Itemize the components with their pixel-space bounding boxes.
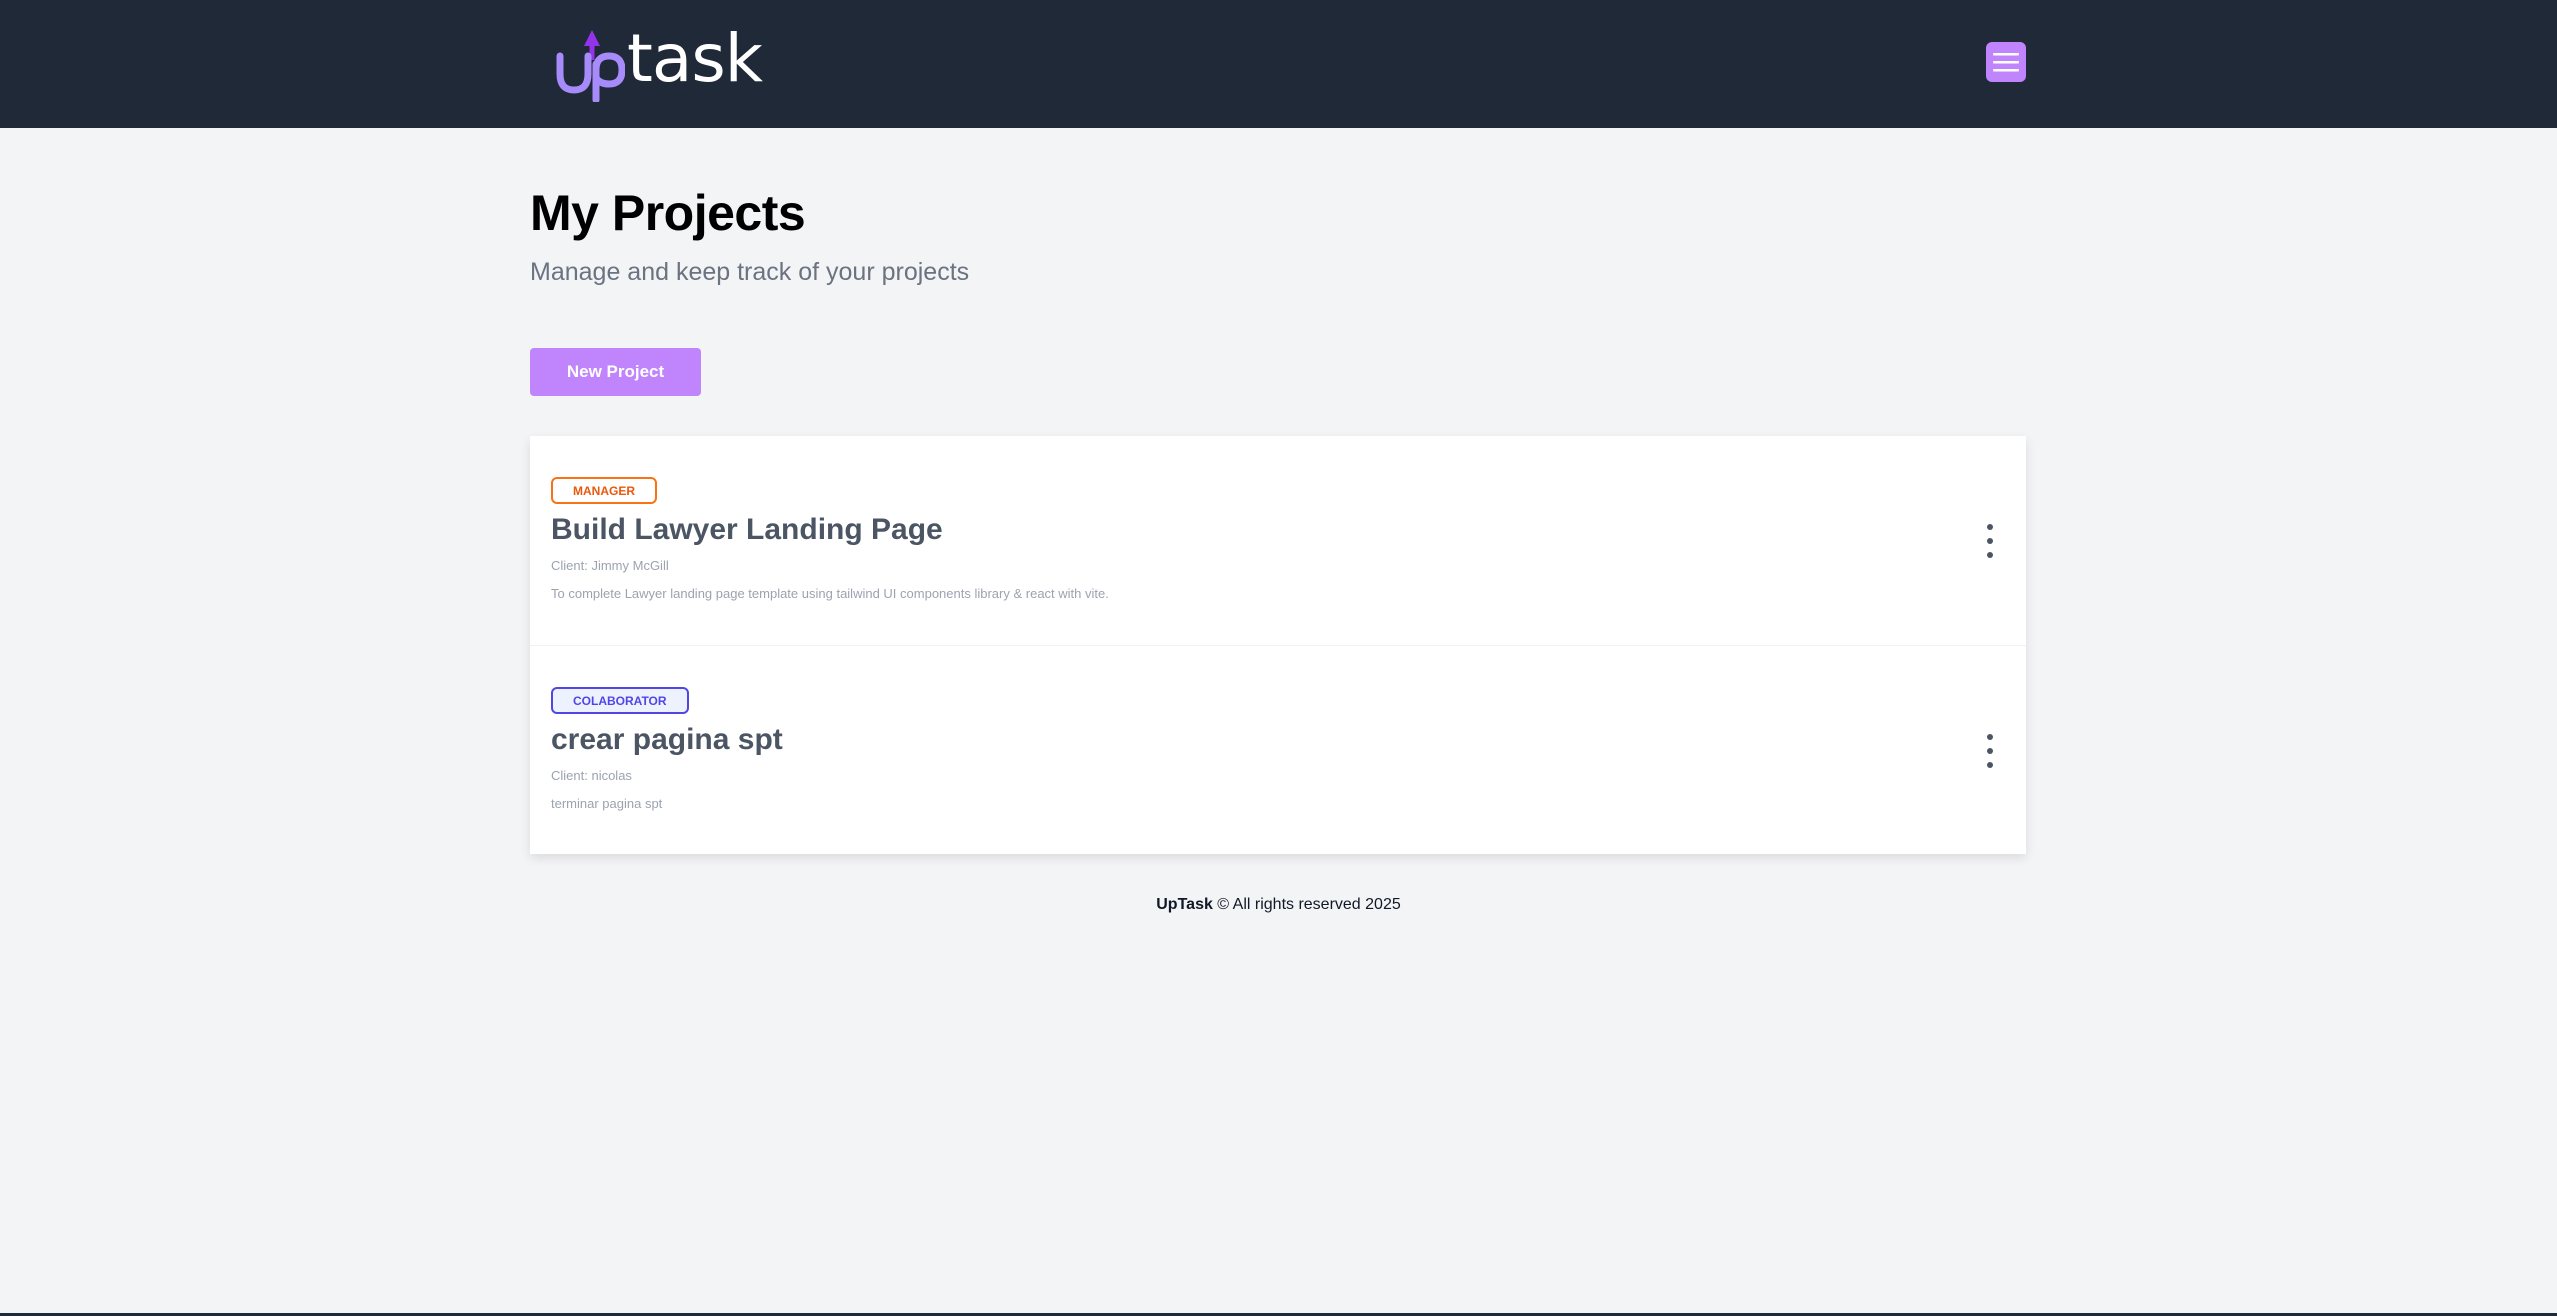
footer: UpTask © All rights reserved 2025 <box>0 896 2557 914</box>
uptask-logo[interactable]: task <box>555 20 763 102</box>
project-client: Client: Jimmy McGill <box>551 558 669 573</box>
new-project-button[interactable]: New Project <box>530 348 701 396</box>
project-client: Client: nicolas <box>551 768 632 783</box>
top-navbar: task <box>0 0 2557 128</box>
project-list: MANAGER Build Lawyer Landing Page Client… <box>530 436 2026 854</box>
project-name-link[interactable]: crear pagina spt <box>551 722 783 758</box>
project-options-button[interactable] <box>1978 734 2002 768</box>
project-description: To complete Lawyer landing page template… <box>551 586 1109 601</box>
project-options-button[interactable] <box>1978 524 2002 558</box>
footer-brand: UpTask <box>1156 896 1213 913</box>
project-item: COLABORATOR crear pagina spt Client: nic… <box>530 645 2026 854</box>
project-description: terminar pagina spt <box>551 796 663 811</box>
page-title: My Projects <box>530 185 806 241</box>
page-subtitle: Manage and keep track of your projects <box>530 258 970 286</box>
hamburger-menu-icon <box>1993 53 2019 72</box>
role-badge-collaborator: COLABORATOR <box>551 687 689 714</box>
logo-up-mark-icon <box>556 30 625 102</box>
project-name-link[interactable]: Build Lawyer Landing Page <box>551 512 943 548</box>
hamburger-menu-button[interactable] <box>1986 42 2026 82</box>
role-badge-manager: MANAGER <box>551 477 657 504</box>
vertical-ellipsis-icon <box>1987 524 1993 530</box>
footer-copyright: © All rights reserved 2025 <box>1212 896 1401 913</box>
logo-text: task <box>627 20 763 97</box>
vertical-ellipsis-icon <box>1987 734 1993 740</box>
project-item: MANAGER Build Lawyer Landing Page Client… <box>530 436 2026 645</box>
